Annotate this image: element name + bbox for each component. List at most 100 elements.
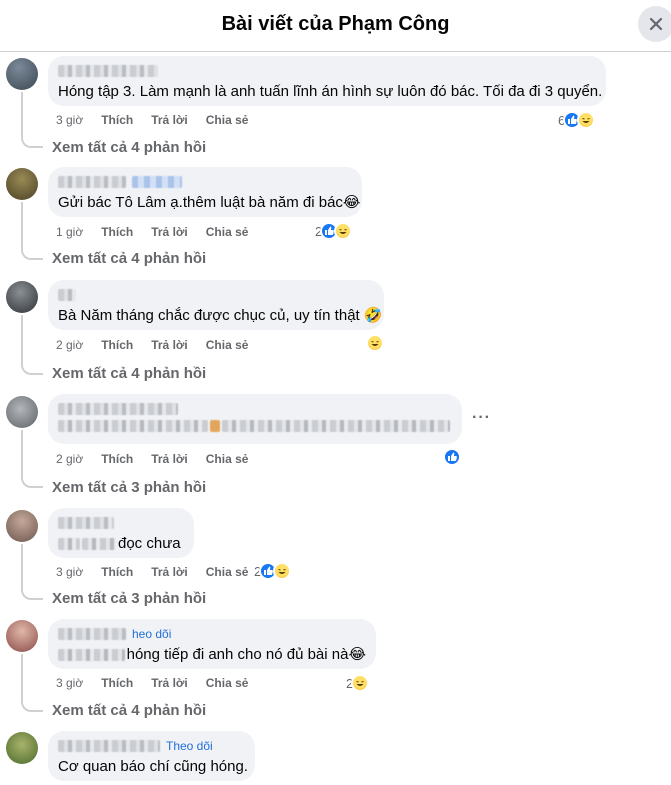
comment-time[interactable]: 2 giờ [56,338,83,352]
see-all-replies-link[interactable]: Xem tất cả 4 phản hồi [52,702,206,719]
author-name[interactable] [58,517,114,529]
comment-text: Hóng tập 3. Làm mạnh là anh tuấn lĩnh án… [58,83,603,100]
comment-time[interactable]: 3 giờ [56,113,83,127]
comment-actions: 2 giờ Thích Trả lời Chia sẻ [56,337,266,353]
comment-bubble: đọc chưa [48,508,194,558]
reply-action[interactable]: Trả lời [151,565,188,579]
comment-bubble: heo dõi hóng tiếp đi anh cho nó đủ bài n… [48,619,376,669]
like-action[interactable]: Thích [101,338,133,352]
blurred-text [58,649,125,661]
comment-text: hóng tiếp đi anh cho nó đủ bài nà😂 [58,645,366,665]
blurred-text [82,538,116,550]
see-all-replies-link[interactable]: Xem tất cả 3 phản hồi [52,479,206,496]
reply-action[interactable]: Trả lời [151,113,188,127]
reply-action[interactable]: Trả lời [151,225,188,239]
reply-action[interactable]: Trả lời [151,452,188,466]
avatar[interactable] [6,620,38,652]
see-all-replies-link[interactable]: Xem tất cả 3 phản hồi [52,590,206,607]
comment-text: Gửi bác Tô Lâm ạ.thêm luật bà năm đi bác… [58,194,361,211]
thread-line [21,202,23,248]
comment-actions: 2 giờ Thích Trả lời Chia sẻ [56,451,266,467]
comment-actions: 3 giờ Thích Trả lời Chia sẻ [56,675,266,691]
comment-text: đọc chưa [58,534,184,554]
comment-time[interactable]: 1 giờ [56,225,83,239]
dialog-title: Bài viết của Phạm Công [221,13,450,35]
comment-time[interactable]: 3 giờ [56,676,83,690]
like-action[interactable]: Thích [101,113,133,127]
close-icon [649,17,663,31]
haha-reaction-icon [273,562,292,580]
author-name[interactable] [58,65,158,77]
share-action[interactable]: Chia sẻ [206,452,249,466]
reaction-summary[interactable] [443,447,461,467]
comment-bubble: Gửi bác Tô Lâm ạ.thêm luật bà năm đi bác… [48,167,362,217]
comment-text: Bà Năm tháng chắc được chục củ, uy tín t… [58,307,383,324]
reaction-summary[interactable]: 2 [346,673,370,693]
comment-text [58,420,452,432]
thread-connector [21,363,43,375]
share-action[interactable]: Chia sẻ [206,225,249,239]
thread-connector [21,136,43,148]
comment-bubble: Theo dõi Cơ quan báo chí cũng hóng. [48,731,255,781]
comment-bubble: Hóng tập 3. Làm mạnh là anh tuấn lĩnh án… [48,56,606,106]
author-name[interactable] [58,403,178,415]
reaction-summary[interactable]: 6 [558,110,596,130]
comment-actions: 1 giờ Thích Trả lời Chia sẻ [56,224,266,240]
thread-connector [21,700,43,712]
avatar[interactable] [6,168,38,200]
haha-reaction-icon [351,674,370,692]
thread-line [21,544,23,588]
reaction-summary[interactable]: 2 [315,221,353,241]
comment-bubble: Bà Năm tháng chắc được chục củ, uy tín t… [48,280,384,330]
comment-actions: 3 giờ Thích Trả lời Chia sẻ [56,564,266,580]
avatar[interactable] [6,396,38,428]
avatar[interactable] [6,281,38,313]
blurred-text [58,538,80,550]
author-name[interactable] [58,289,76,301]
thread-line [21,430,23,476]
avatar[interactable] [6,732,38,764]
blurred-text [222,420,450,432]
thread-line [21,315,23,363]
reaction-summary[interactable]: 2 [254,561,292,581]
like-action[interactable]: Thích [101,676,133,690]
see-all-replies-link[interactable]: Xem tất cả 4 phản hồi [52,365,206,382]
avatar[interactable] [6,58,38,90]
like-action[interactable]: Thích [101,225,133,239]
comment-actions: 3 giờ Thích Trả lời Chia sẻ [56,112,266,128]
author-name[interactable] [58,740,160,752]
comment-bubble [48,394,462,444]
reply-action[interactable]: Trả lời [151,338,188,352]
author-name[interactable] [58,628,126,640]
reaction-summary[interactable] [366,333,384,353]
share-action[interactable]: Chia sẻ [206,565,249,579]
avatar[interactable] [6,510,38,542]
haha-reaction-icon [577,111,596,129]
more-options-icon[interactable]: ··· [472,409,491,427]
see-all-replies-link[interactable]: Xem tất cả 4 phản hồi [52,250,206,267]
dialog-header: Bài viết của Phạm Công [0,0,671,52]
comment-text: Cơ quan báo chí cũng hóng. [58,758,248,775]
author-name[interactable] [58,176,126,188]
blurred-emoji [210,420,220,432]
comment-time[interactable]: 2 giờ [56,452,83,466]
like-reaction-icon [443,448,461,466]
like-action[interactable]: Thích [101,565,133,579]
comment-time[interactable]: 3 giờ [56,565,83,579]
thread-connector [21,588,43,600]
thread-line [21,92,23,136]
share-action[interactable]: Chia sẻ [206,676,249,690]
follow-link[interactable]: Theo dõi [166,739,213,753]
share-action[interactable]: Chia sẻ [206,113,249,127]
like-action[interactable]: Thích [101,452,133,466]
thread-connector [21,248,43,260]
author-name-tag [132,176,182,188]
thread-line [21,654,23,700]
follow-link[interactable]: heo dõi [132,627,171,641]
haha-reaction-icon [366,334,384,352]
close-button[interactable] [638,6,671,42]
blurred-text [58,420,208,432]
share-action[interactable]: Chia sẻ [206,338,249,352]
see-all-replies-link[interactable]: Xem tất cả 4 phản hồi [52,139,206,156]
reply-action[interactable]: Trả lời [151,676,188,690]
